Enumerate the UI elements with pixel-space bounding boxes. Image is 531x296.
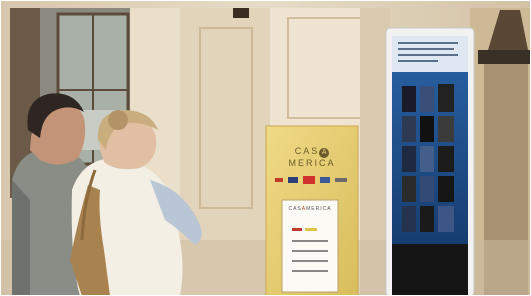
inner-poster [281,199,339,293]
sponsor-logo-icon [335,178,347,182]
brand-right-text: MERICA [288,158,336,168]
digital-kiosk [385,27,475,296]
inner-brand-right-text: MERICA [306,206,332,212]
inner-poster-logo: CASAMERICA [284,206,336,212]
sponsor-logo-icon [320,177,330,183]
photo-scene: CAS AMERICA CASAMERICA [0,0,531,296]
sponsor-logo-icon [303,176,315,184]
scene-svg [0,0,531,296]
inner-brand-left-text: CAS [288,206,302,212]
sign-brand-logo: CAS A MERICA [272,146,352,168]
brand-letter-text: A [321,149,327,156]
sponsor-logo-icon [288,177,298,183]
brand-letter-badge: A [319,148,330,158]
portrait-grid [402,84,454,232]
lamp-bracket [233,8,249,18]
kiosk-base [392,244,468,296]
brand-left-text: CAS [294,146,320,156]
sponsor-logo-icon [275,178,283,182]
